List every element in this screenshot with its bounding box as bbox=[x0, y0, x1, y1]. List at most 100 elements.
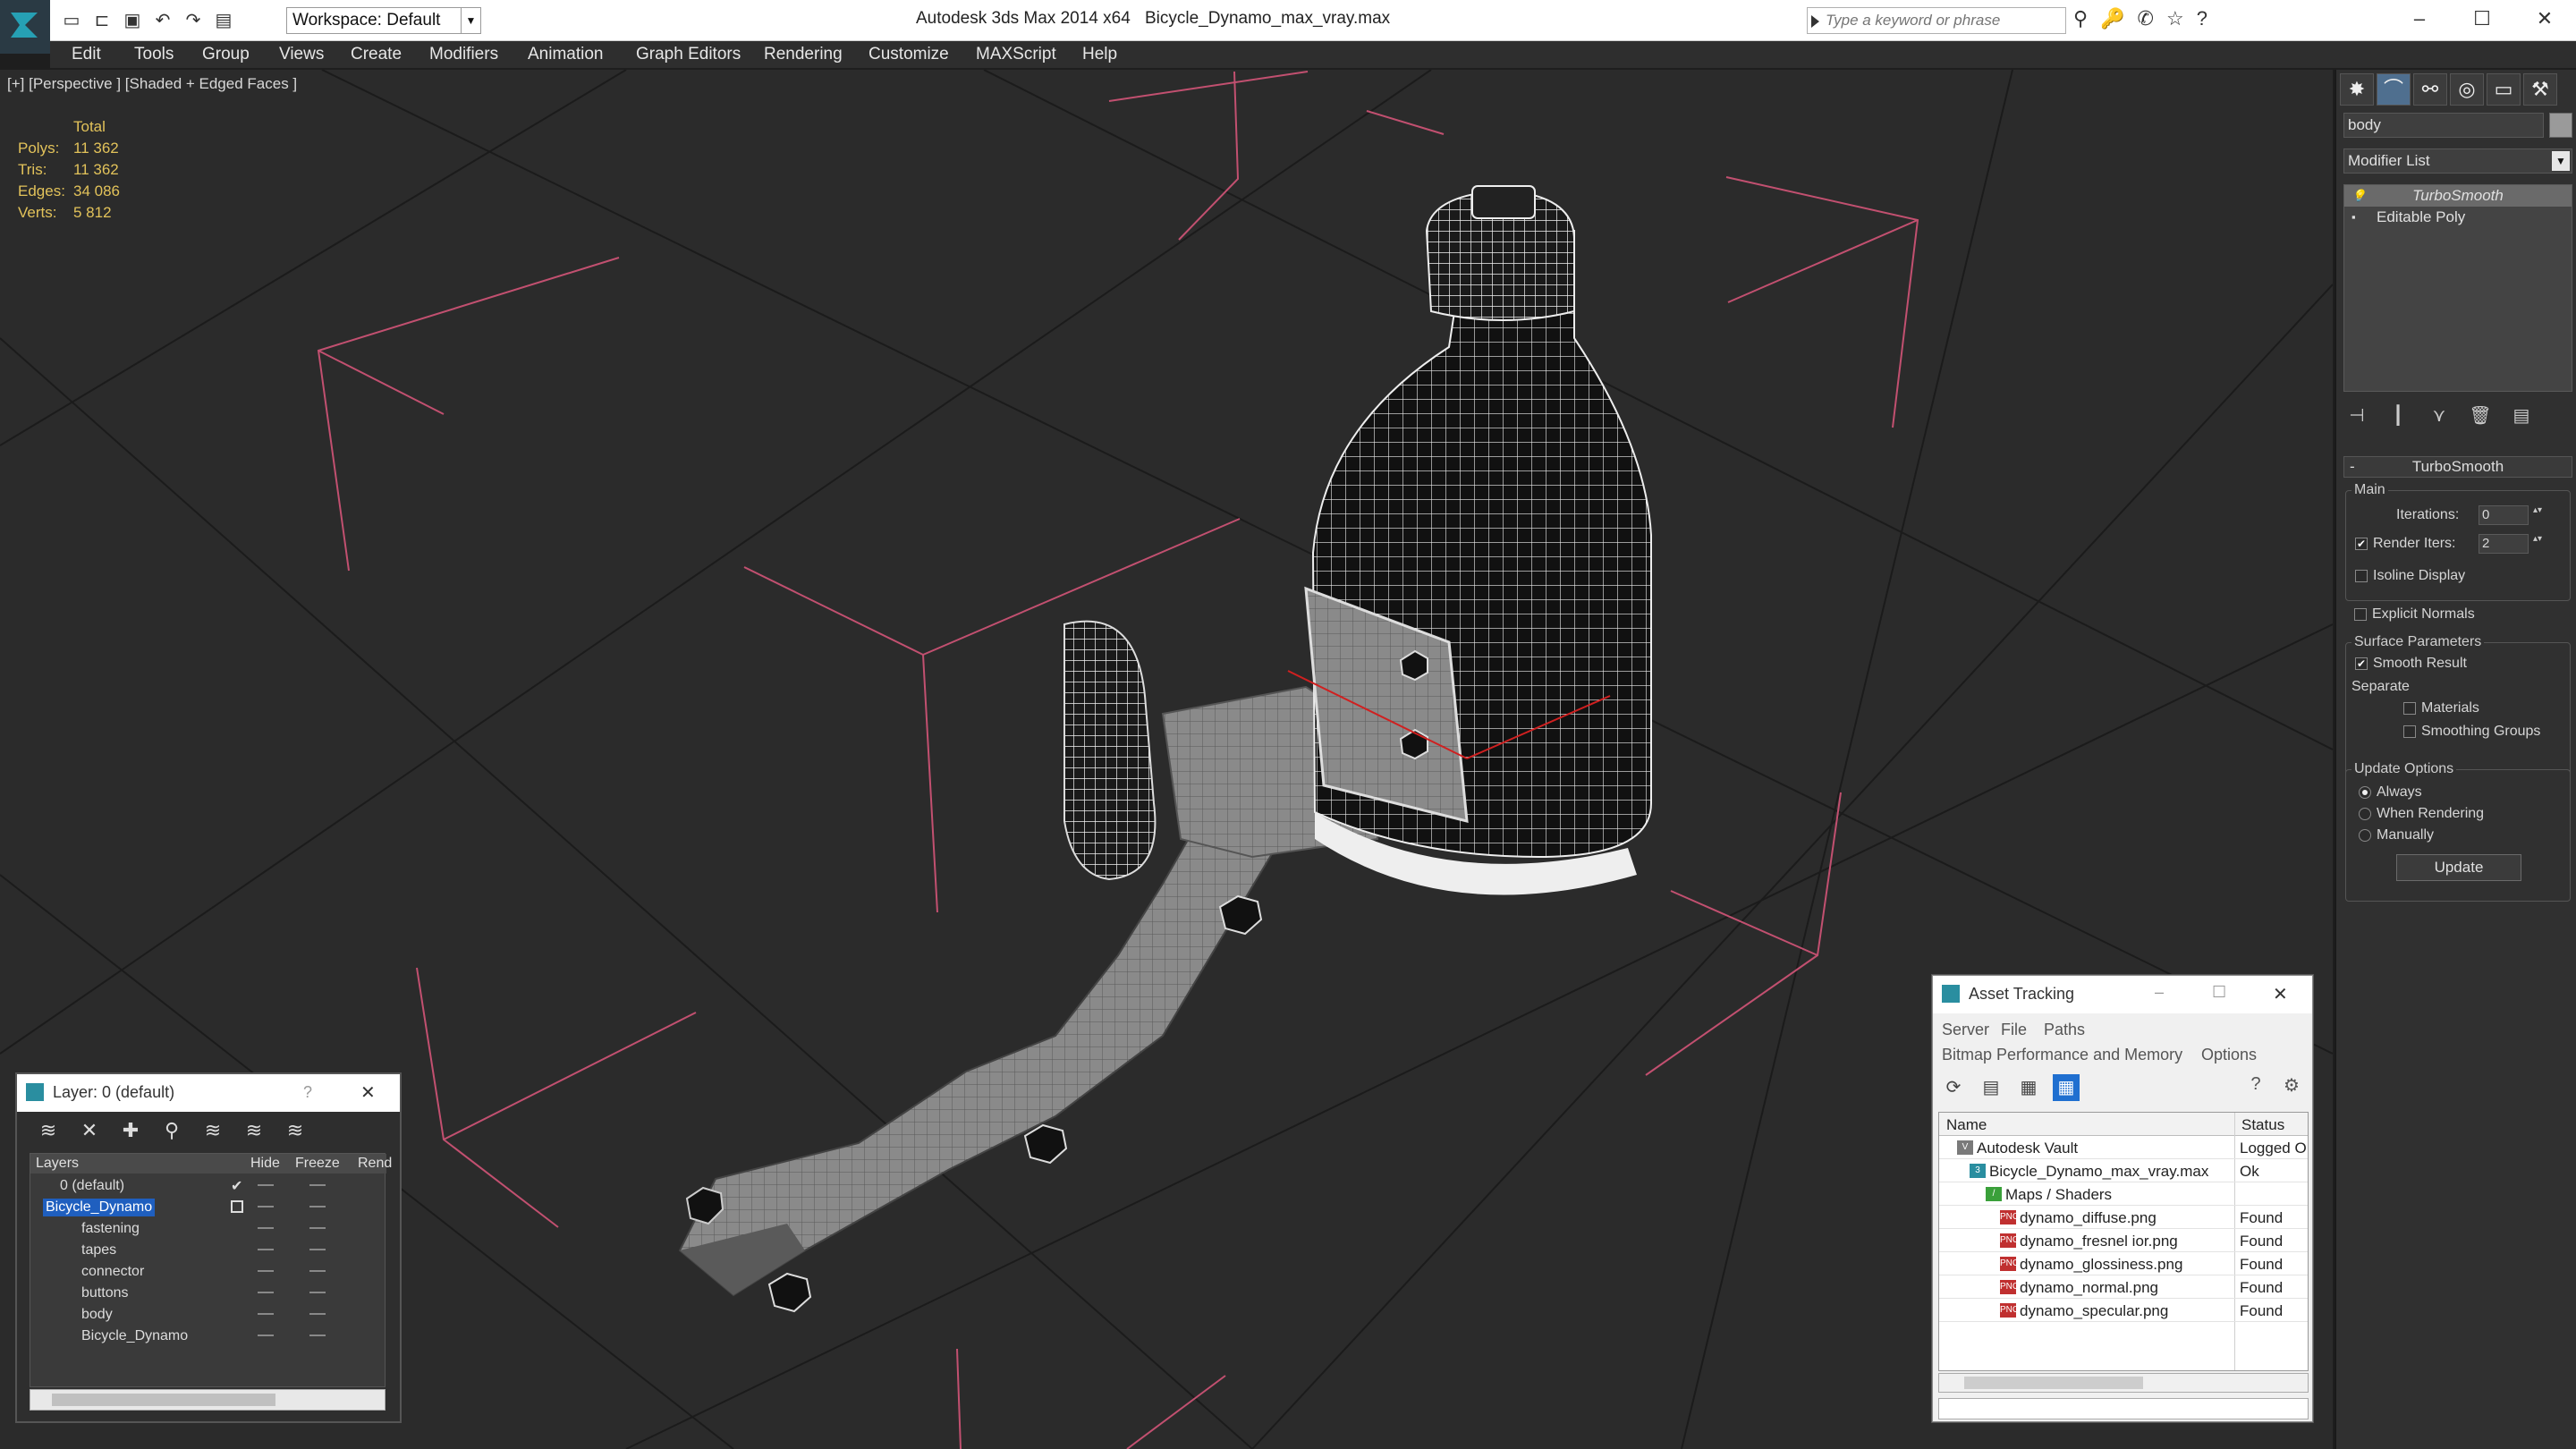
col-render[interactable]: Rend bbox=[358, 1156, 392, 1172]
menu-options[interactable]: Options bbox=[2201, 1046, 2257, 1064]
search-box[interactable] bbox=[1807, 7, 2066, 34]
layer-row[interactable]: tapes bbox=[30, 1240, 386, 1261]
object-name-field[interactable]: body bbox=[2343, 113, 2544, 138]
menu-tools[interactable]: Tools bbox=[134, 45, 174, 64]
manually-radio[interactable] bbox=[2359, 829, 2371, 842]
menu-group[interactable]: Group bbox=[202, 45, 250, 64]
minimize-icon[interactable]: – bbox=[2155, 983, 2164, 1002]
pin-stack-icon[interactable]: ⊣ bbox=[2343, 402, 2370, 429]
expand-arrow-icon[interactable] bbox=[1811, 15, 1819, 28]
menu-file[interactable]: File bbox=[2001, 1021, 2027, 1039]
favorites-icon[interactable]: ☆ bbox=[2166, 7, 2184, 30]
add-to-layer-icon[interactable]: ✚ bbox=[117, 1117, 144, 1144]
asset-window-titlebar[interactable]: Asset Tracking – ☐ ✕ bbox=[1933, 976, 2312, 1013]
save-file-icon[interactable]: ▣ bbox=[120, 7, 145, 32]
horizontal-scrollbar[interactable] bbox=[1938, 1373, 2309, 1393]
asset-row[interactable]: 3 Bicycle_Dynamo_max_vray.max Ok bbox=[1939, 1159, 2308, 1182]
close-icon[interactable]: ✕ bbox=[360, 1081, 376, 1104]
asset-row[interactable]: V Autodesk Vault Logged O bbox=[1939, 1136, 2308, 1159]
expand-icon[interactable]: ▪ bbox=[2351, 211, 2362, 224]
perspective-viewport[interactable]: [+] [Perspective ] [Shaded + Edged Faces… bbox=[0, 70, 2333, 1449]
update-button[interactable]: Update bbox=[2396, 854, 2521, 881]
make-unique-icon[interactable]: ⋎ bbox=[2426, 402, 2453, 429]
render-iters-checkbox[interactable]: ✔ bbox=[2355, 538, 2368, 550]
menu-paths[interactable]: Paths bbox=[2044, 1021, 2085, 1039]
col-layers[interactable]: Layers bbox=[36, 1156, 79, 1172]
asset-row[interactable]: / Maps / Shaders bbox=[1939, 1182, 2308, 1206]
layer-row[interactable]: fastening bbox=[30, 1218, 386, 1240]
layer-row[interactable]: body bbox=[30, 1304, 386, 1326]
tree-view-icon[interactable]: ▦ bbox=[2015, 1074, 2042, 1101]
viewport-label[interactable]: [+] [Perspective ] [Shaded + Edged Faces… bbox=[7, 75, 297, 93]
create-tab-icon[interactable]: ✸ bbox=[2340, 73, 2374, 106]
modifier-list-dropdown[interactable]: Modifier List ▼ bbox=[2343, 148, 2572, 174]
scrollbar-thumb[interactable] bbox=[52, 1394, 275, 1406]
layer-window-titlebar[interactable]: Layer: 0 (default) ? ✕ bbox=[17, 1074, 400, 1112]
display-tab-icon[interactable]: ▭ bbox=[2487, 73, 2521, 106]
horizontal-scrollbar[interactable] bbox=[30, 1389, 386, 1411]
menu-graph-editors[interactable]: Graph Editors bbox=[636, 45, 741, 64]
stack-item-editable-poly[interactable]: ▪ Editable Poly bbox=[2344, 207, 2572, 228]
menu-rendering[interactable]: Rendering bbox=[764, 45, 843, 64]
hide-all-icon[interactable]: ≋ bbox=[241, 1117, 267, 1144]
help-icon[interactable]: ? bbox=[2197, 7, 2207, 30]
menu-create[interactable]: Create bbox=[351, 45, 402, 64]
menu-maxscript[interactable]: MAXScript bbox=[976, 45, 1056, 64]
asset-row[interactable]: PNG dynamo_fresnel ior.png Found bbox=[1939, 1229, 2308, 1252]
layer-row[interactable]: connector bbox=[30, 1261, 386, 1283]
open-file-icon[interactable]: ⊏ bbox=[89, 7, 114, 32]
menu-help[interactable]: Help bbox=[1082, 45, 1117, 64]
subscription-icon[interactable]: 🔑 bbox=[2100, 7, 2124, 30]
modify-tab-icon[interactable]: ⌒ bbox=[2377, 73, 2411, 106]
vault-help-icon[interactable]: ⚙ bbox=[2278, 1074, 2305, 1101]
scrollbar-thumb[interactable] bbox=[1964, 1377, 2143, 1389]
show-end-result-icon[interactable]: ┃ bbox=[2385, 402, 2411, 429]
menu-edit[interactable]: Edit bbox=[72, 45, 101, 64]
search-input[interactable] bbox=[1826, 10, 2060, 31]
col-freeze[interactable]: Freeze bbox=[295, 1156, 340, 1172]
layer-row[interactable]: Bicycle_Dynamo bbox=[30, 1326, 386, 1347]
redo-icon[interactable]: ↷ bbox=[181, 7, 206, 32]
menu-animation[interactable]: Animation bbox=[528, 45, 604, 64]
app-menu-button[interactable] bbox=[0, 0, 50, 54]
highlight-layer-icon[interactable]: ≋ bbox=[199, 1117, 226, 1144]
materials-checkbox[interactable] bbox=[2403, 702, 2416, 715]
always-radio[interactable] bbox=[2359, 786, 2371, 799]
asset-row[interactable]: PNG dynamo_normal.png Found bbox=[1939, 1275, 2308, 1299]
object-color-swatch[interactable] bbox=[2549, 113, 2572, 138]
isoline-display-checkbox[interactable] bbox=[2355, 570, 2368, 582]
help-icon[interactable]: ? bbox=[2242, 1074, 2269, 1101]
list-view-icon[interactable]: ▤ bbox=[1978, 1074, 2004, 1101]
remove-modifier-icon[interactable]: 🗑 bbox=[2467, 402, 2494, 429]
freeze-all-icon[interactable]: ≋ bbox=[282, 1117, 309, 1144]
binoculars-icon[interactable]: ⚲ bbox=[2073, 7, 2088, 30]
maximize-icon[interactable]: ☐ bbox=[2212, 983, 2226, 1002]
maximize-icon[interactable]: ☐ bbox=[2451, 0, 2513, 38]
new-file-icon[interactable]: ▭ bbox=[59, 7, 84, 32]
delete-layer-icon[interactable]: ✕ bbox=[76, 1117, 103, 1144]
close-icon[interactable]: ✕ bbox=[2273, 983, 2288, 1005]
menu-views[interactable]: Views bbox=[279, 45, 324, 64]
minimize-icon[interactable]: – bbox=[2388, 0, 2451, 38]
asset-row[interactable]: PNG dynamo_diffuse.png Found bbox=[1939, 1206, 2308, 1229]
refresh-icon[interactable]: ⟳ bbox=[1940, 1074, 1967, 1101]
menu-server[interactable]: Server bbox=[1942, 1021, 1989, 1039]
hierarchy-tab-icon[interactable]: ⚯ bbox=[2413, 73, 2447, 106]
create-layer-icon[interactable]: ≋ bbox=[35, 1117, 62, 1144]
iterations-spinner[interactable]: 0 bbox=[2479, 505, 2542, 525]
turbosmooth-rollout-header[interactable]: - TurboSmooth bbox=[2343, 456, 2572, 478]
col-hide[interactable]: Hide bbox=[250, 1156, 280, 1172]
current-layer-box[interactable] bbox=[231, 1200, 243, 1213]
lightbulb-icon[interactable]: 💡 bbox=[2351, 190, 2366, 202]
when-rendering-radio[interactable] bbox=[2359, 808, 2371, 820]
col-status[interactable]: Status bbox=[2241, 1116, 2284, 1134]
undo-icon[interactable]: ↶ bbox=[150, 7, 175, 32]
render-iters-spinner[interactable]: 2 bbox=[2479, 534, 2542, 554]
smooth-result-checkbox[interactable]: ✔ bbox=[2355, 657, 2368, 670]
menu-customize[interactable]: Customize bbox=[869, 45, 949, 64]
motion-tab-icon[interactable]: ◎ bbox=[2450, 73, 2484, 106]
layer-row[interactable]: 0 (default) ✔ bbox=[30, 1175, 386, 1197]
configure-sets-icon[interactable]: ▤ bbox=[2508, 402, 2535, 429]
utilities-tab-icon[interactable]: ⚒ bbox=[2523, 73, 2557, 106]
workspace-dropdown[interactable]: Workspace: Default ▼ bbox=[286, 7, 481, 34]
